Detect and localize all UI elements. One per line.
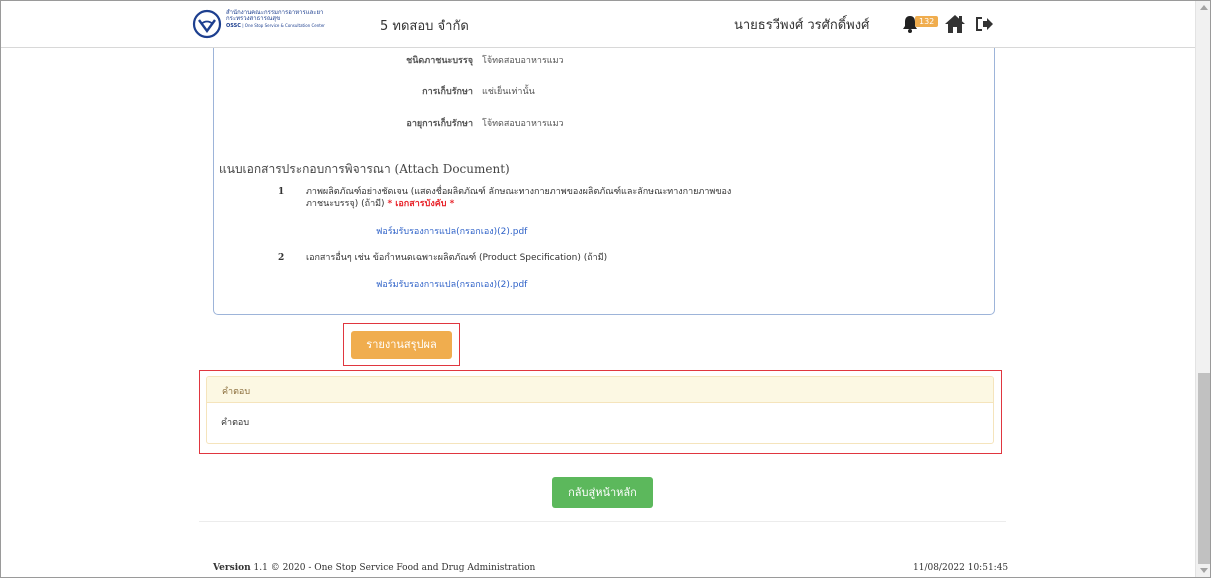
attach-title-en: (Attach Document) [394,162,510,176]
vertical-scrollbar[interactable] [1195,1,1210,577]
document-description: เอกสารอื่นๆ เช่น ข้อกำหนดเฉพาะผลิตภัณฑ์ … [306,253,608,263]
scroll-down-arrow-icon[interactable] [1200,568,1208,573]
attach-title-th: แนบเอกสารประกอบการพิจารณา [219,162,391,176]
container-type-value: โจ้ทดสอบอาหารแมว [482,56,564,66]
shelf-life-value: โจ้ทดสอบอาหารแมว [482,119,564,129]
storage-value: แช่เย็นเท่านั้น [482,87,535,97]
document-description-line2: ภาชนะบรรจุ) (ถ้ามี) * เอกสารบังคับ * [306,198,866,210]
attach-document-title: แนบเอกสารประกอบการพิจารณา (Attach Docume… [219,160,510,179]
sign-out-icon[interactable] [974,13,994,35]
container-type-label: ชนิดภาชนะบรรจุ [406,56,473,66]
logo-ossc-text: | One Stop Service & Consultation Center [242,22,325,28]
divider [199,521,1006,522]
required-document-label: * เอกสารบังคับ * [387,199,455,209]
version-text: 1.1 © 2020 - One Stop Service Food and D… [253,563,536,573]
document-file-link[interactable]: ฟอร์มรับรองการแปล(กรอกเอง)(2).pdf [376,224,527,238]
fda-emblem-icon [192,9,222,39]
logo-line3: OSSC | One Stop Service & Consultation C… [226,22,325,29]
document-number: 1 [278,187,285,197]
document-description-line2-text: ภาชนะบรรจุ) (ถ้ามี) [306,199,385,209]
document-file-link[interactable]: ฟอร์มรับรองการแปล(กรอกเอง)(2).pdf [376,277,527,291]
back-to-home-button[interactable]: กลับสู่หน้าหลัก [552,477,653,508]
fda-logo[interactable]: สำนักงานคณะกรรมการอาหารและยา กระทรวงสาธา… [192,9,342,39]
shelf-life-label: อายุการเก็บรักษา [406,119,473,129]
logo-text: สำนักงานคณะกรรมการอาหารและยา กระทรวงสาธา… [226,9,325,29]
scrollbar-thumb[interactable] [1198,373,1210,564]
company-name: 5 ทดสอบ จำกัด [380,19,469,34]
home-icon[interactable] [943,13,967,35]
footer-datetime: 11/08/2022 10:51:45 [913,563,1009,573]
notification-badge[interactable]: 132 [915,16,939,27]
summary-report-button[interactable]: รายงานสรุปผล [351,331,452,359]
page: สำนักงานคณะกรรมการอาหารและยา กระทรวงสาธา… [0,0,1211,578]
document-number: 2 [278,253,285,263]
scroll-up-arrow-icon[interactable] [1200,5,1208,10]
answer-heading: คำตอบ [207,377,993,403]
footer-version: Version 1.1 © 2020 - One Stop Service Fo… [213,563,535,573]
answer-card: คำตอบ คำตอบ [206,376,994,444]
top-navbar: สำนักงานคณะกรรมการอาหารและยา กระทรวงสาธา… [1,1,1195,48]
answer-body: คำตอบ [221,418,250,428]
document-description-line1: ภาพผลิตภัณฑ์อย่างชัดเจน (แสดงชื่อผลิตภัณ… [306,187,732,197]
user-name[interactable]: นายธรวีพงศ์ วรศักดิ์พงศ์ [734,14,869,35]
storage-label: การเก็บรักษา [422,87,473,97]
document-description: ภาพผลิตภัณฑ์อย่างชัดเจน (แสดงชื่อผลิตภัณ… [306,186,866,210]
version-label: Version [213,563,251,573]
logo-ossc: OSSC [226,22,241,29]
